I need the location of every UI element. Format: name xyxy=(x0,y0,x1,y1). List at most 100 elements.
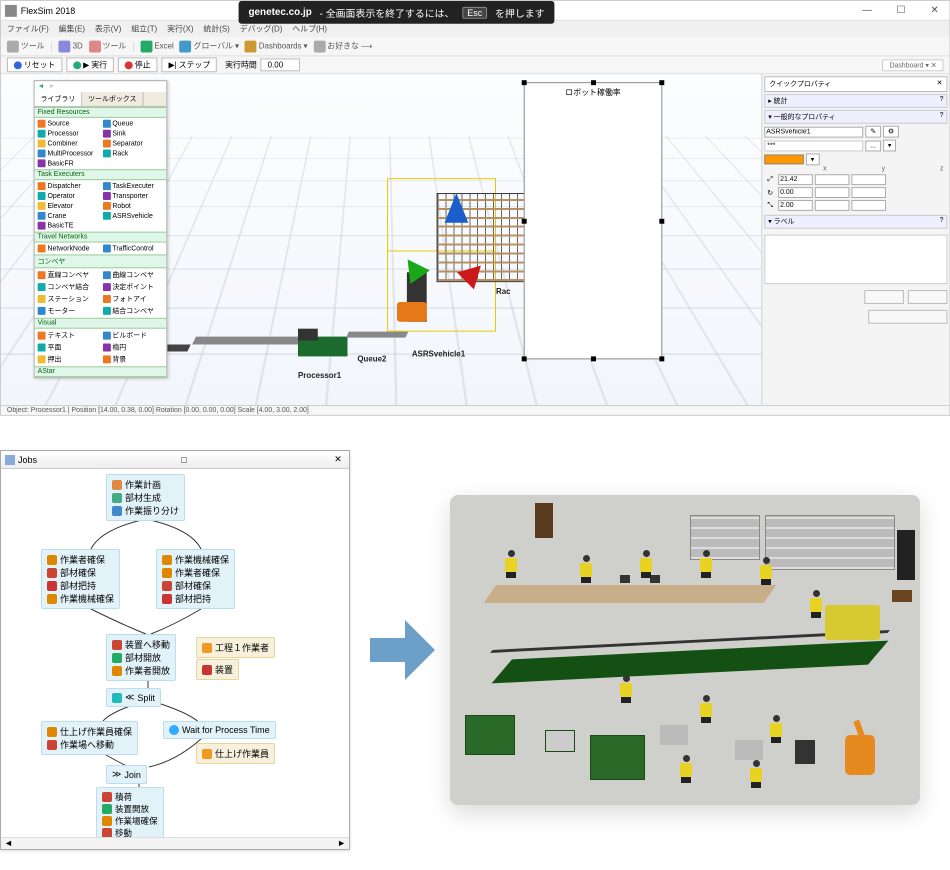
toolbox-item[interactable]: TaskExecuter xyxy=(100,181,165,191)
object-name-field[interactable] xyxy=(764,126,863,137)
flow-step[interactable]: 部材生成 xyxy=(112,491,179,504)
toolbox-item[interactable]: ビルボード xyxy=(100,330,165,342)
tab-toolbox[interactable]: ツールボックス xyxy=(82,92,143,106)
step-button[interactable]: ▶| ステップ xyxy=(162,57,218,72)
flow-split-node[interactable]: ≪ Split xyxy=(106,688,161,707)
toolbox-panel[interactable]: ◄ ► ライブラリ ツールボックス Fixed ResourcesSourceQ… xyxy=(34,80,168,378)
pos-y-field[interactable] xyxy=(815,174,850,185)
toolbox-item[interactable]: フォトアイ xyxy=(100,293,165,305)
toolbox-item[interactable]: 背景 xyxy=(100,353,165,365)
maximize-button[interactable]: ☐ xyxy=(890,1,912,19)
flow-wait-node[interactable]: Wait for Process Time xyxy=(163,721,276,739)
toolbox-section-header[interactable]: コンベヤ xyxy=(35,254,167,268)
toolbox-section-header[interactable]: Task Executers xyxy=(35,169,167,180)
flow-step[interactable]: 装置へ移動 xyxy=(112,638,170,651)
toolbox-item[interactable]: テキスト xyxy=(36,330,101,342)
flow-step[interactable]: 部材開放 xyxy=(112,651,170,664)
run-button[interactable]: ▶ 実行 xyxy=(66,57,114,72)
toolbox-item[interactable]: Queue xyxy=(100,119,165,129)
help-icon[interactable]: ? xyxy=(940,96,944,106)
flow-step[interactable]: 移動 xyxy=(102,827,158,837)
toolbox-item[interactable]: Rack xyxy=(100,149,165,159)
menu-stats[interactable]: 統計(S) xyxy=(203,23,229,34)
flow-step[interactable]: 積荷 xyxy=(102,791,158,803)
flow-step[interactable]: 部材把持 xyxy=(162,592,229,605)
flow-group-3-side1[interactable]: 工程１作業者 xyxy=(196,637,275,658)
tb-3d[interactable]: 3D xyxy=(59,40,83,52)
toolbox-item[interactable]: BasicFR xyxy=(36,158,101,168)
flow-step[interactable]: 仕上げ作業員確保 xyxy=(47,725,132,738)
toolbox-item[interactable]: Robot xyxy=(100,201,165,211)
flow-step[interactable]: 装置開放 xyxy=(102,803,158,815)
tb-global[interactable]: グローバル▾ xyxy=(180,40,239,52)
menu-help[interactable]: ヘルプ(H) xyxy=(292,23,327,34)
tb-excel[interactable]: Excel xyxy=(141,40,174,52)
toolbox-section-header[interactable]: Fixed Resources xyxy=(35,107,167,118)
flow-step[interactable]: 作業者確保 xyxy=(47,553,114,566)
toolbox-item[interactable]: NetworkNode xyxy=(36,244,101,254)
flow-step[interactable]: 作業場へ移動 xyxy=(47,738,132,751)
toolbox-nav-fwd-icon[interactable]: ► xyxy=(48,83,55,90)
flow-step[interactable]: 作業者開放 xyxy=(112,664,170,677)
pos-z-field[interactable] xyxy=(851,174,886,185)
toolbox-item[interactable]: 平面 xyxy=(36,342,101,354)
dropdown-icon[interactable]: ▾ xyxy=(883,140,896,152)
flow-step[interactable]: 作業機械確保 xyxy=(162,553,229,566)
flow-step[interactable]: 工程１作業者 xyxy=(202,641,269,654)
toolbox-item[interactable]: 決定ポイント xyxy=(100,281,165,293)
toolbox-item[interactable]: 結合コンベヤ xyxy=(100,305,165,317)
labels-area[interactable] xyxy=(764,235,947,285)
rot-y-field[interactable] xyxy=(815,187,850,198)
prop-button-1[interactable] xyxy=(864,290,904,304)
tb-tools[interactable]: ツール xyxy=(7,40,45,52)
close-button[interactable]: ✕ xyxy=(924,1,946,19)
conveyor-1[interactable] xyxy=(192,337,310,345)
toolbox-item[interactable]: Transporter xyxy=(100,191,165,201)
menu-build[interactable]: 組立(T) xyxy=(131,23,157,34)
toolbox-section-header[interactable]: AStar xyxy=(35,366,167,377)
flow-group-2-right[interactable]: 作業機械確保作業者確保部材確保部材把持 xyxy=(156,549,235,609)
color-swatch[interactable] xyxy=(764,154,804,164)
toolbox-item[interactable]: ステーション xyxy=(36,293,101,305)
toolbox-item[interactable]: ASRSvehicle xyxy=(100,211,165,221)
toolbox-item[interactable]: 直線コンベヤ xyxy=(36,269,101,281)
menu-view[interactable]: 表示(V) xyxy=(95,23,121,34)
flow-step[interactable]: 部材確保 xyxy=(162,579,229,592)
toolbox-item[interactable]: MultiProcessor xyxy=(36,149,101,159)
minimize-button[interactable]: — xyxy=(856,1,878,19)
flow-group-2-left[interactable]: 作業者確保部材確保部材把持作業機械確保 xyxy=(41,549,120,609)
flow-group-1[interactable]: 作業計画部材生成作業振り分け xyxy=(106,474,185,521)
toolbox-item[interactable]: Separator xyxy=(100,139,165,149)
flow-group-3[interactable]: 装置へ移動部材開放作業者開放 xyxy=(106,634,176,681)
toolbox-nav-back-icon[interactable]: ◄ xyxy=(38,83,45,90)
tb-tree[interactable]: ツール xyxy=(89,40,127,52)
flowchart-canvas[interactable]: 作業計画部材生成作業振り分け 作業者確保部材確保部材把持作業機械確保 作業機械確… xyxy=(1,469,349,837)
dashboard-tab[interactable]: Dashboard ▾ ✕ xyxy=(883,59,944,71)
help-icon[interactable]: ? xyxy=(940,112,944,122)
flow-join-node[interactable]: ≫ Join xyxy=(106,765,147,784)
flow-step[interactable]: 装置 xyxy=(202,663,233,676)
toolbox-item[interactable]: Dispatcher xyxy=(36,181,101,191)
toolbox-item[interactable]: Elevator xyxy=(36,201,101,211)
prop-close-icon[interactable]: ✕ xyxy=(937,79,943,89)
flow-step[interactable]: 部材把持 xyxy=(47,579,114,592)
toolbox-item[interactable]: Combiner xyxy=(36,139,101,149)
viewport-3d[interactable]: Source1 Queue1 Processor1 Queue2 ASRSveh… xyxy=(1,74,761,405)
tb-dashboards[interactable]: Dashboards▾ xyxy=(245,40,308,52)
rot-z-field[interactable] xyxy=(851,187,886,198)
flow-group-3-side2[interactable]: 装置 xyxy=(196,659,239,680)
flow-step[interactable]: 作業計画 xyxy=(112,478,179,491)
toolbox-section-header[interactable]: Travel Networks xyxy=(35,232,167,243)
flow-step[interactable]: 作業者確保 xyxy=(162,566,229,579)
browse-icon[interactable]: ... xyxy=(865,140,881,151)
menu-debug[interactable]: デバッグ(D) xyxy=(240,23,283,34)
scale-x-field[interactable] xyxy=(778,200,813,211)
edit-icon[interactable]: ✎ xyxy=(865,126,881,138)
flow-step[interactable]: 部材確保 xyxy=(47,566,114,579)
flow-step[interactable]: 作業機械確保 xyxy=(47,592,114,605)
scale-z-field[interactable] xyxy=(851,200,886,211)
menu-edit[interactable]: 編集(E) xyxy=(59,23,85,34)
toolbox-item[interactable]: 押出 xyxy=(36,353,101,365)
flow-step[interactable]: 仕上げ作業員 xyxy=(202,747,269,760)
toolbox-item[interactable]: Source xyxy=(36,119,101,129)
